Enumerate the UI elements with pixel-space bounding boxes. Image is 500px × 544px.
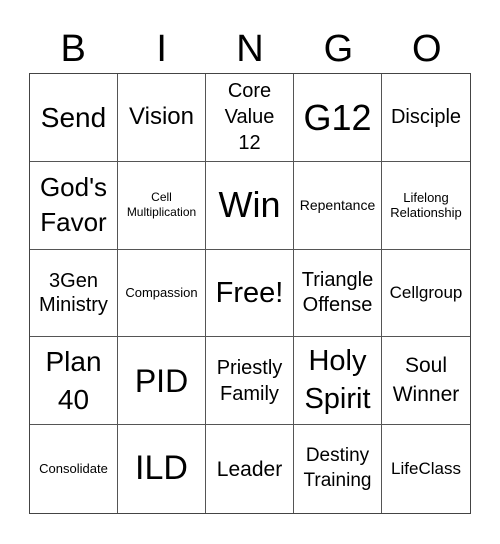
bingo-cell[interactable]: Cellgroup: [382, 250, 470, 338]
bingo-cell[interactable]: Compassion: [118, 249, 206, 338]
header-letter-b: B: [60, 28, 86, 70]
bingo-grid: Send Vision Core Value 12 G12 Disciple God…: [29, 73, 471, 514]
bingo-cell[interactable]: G12: [294, 74, 382, 162]
bingo-header: B I N G O: [29, 26, 471, 72]
bingo-cell[interactable]: Plan 40: [30, 337, 118, 426]
bingo-cell[interactable]: Holy Spirit: [294, 337, 382, 426]
bingo-cell[interactable]: Soul Winner: [382, 337, 470, 426]
bingo-cell[interactable]: Vision: [118, 74, 206, 162]
bingo-cell[interactable]: Lifelong Relationship: [382, 162, 470, 250]
bingo-cell[interactable]: Consolidate: [30, 425, 118, 513]
bingo-cell[interactable]: Leader: [206, 425, 294, 513]
bingo-cell[interactable]: PID: [118, 337, 206, 426]
bingo-cell[interactable]: LifeClass: [382, 425, 470, 513]
bingo-cell[interactable]: Win: [206, 161, 294, 250]
bingo-cell[interactable]: Destiny Training: [294, 425, 382, 513]
header-letter-i: I: [156, 28, 167, 70]
bingo-cell[interactable]: 3Gen Ministry: [30, 249, 118, 338]
header-letter-o: O: [412, 28, 442, 70]
bingo-cell[interactable]: Core Value 12: [206, 74, 294, 162]
header-letter-n: N: [236, 28, 264, 70]
bingo-cell[interactable]: ILD: [118, 425, 206, 513]
bingo-cell[interactable]: Priestly Family: [206, 337, 294, 426]
bingo-cell[interactable]: Disciple: [382, 74, 470, 162]
bingo-cell[interactable]: Cell Multiplication: [118, 161, 206, 250]
bingo-cell[interactable]: God's Favor: [30, 161, 118, 250]
bingo-cell[interactable]: Repentance: [294, 161, 382, 250]
free-space-cell[interactable]: Free!: [206, 249, 294, 338]
bingo-cell[interactable]: Triangle Offense: [294, 249, 382, 338]
bingo-cell[interactable]: Send: [30, 74, 118, 162]
header-letter-g: G: [323, 28, 354, 70]
